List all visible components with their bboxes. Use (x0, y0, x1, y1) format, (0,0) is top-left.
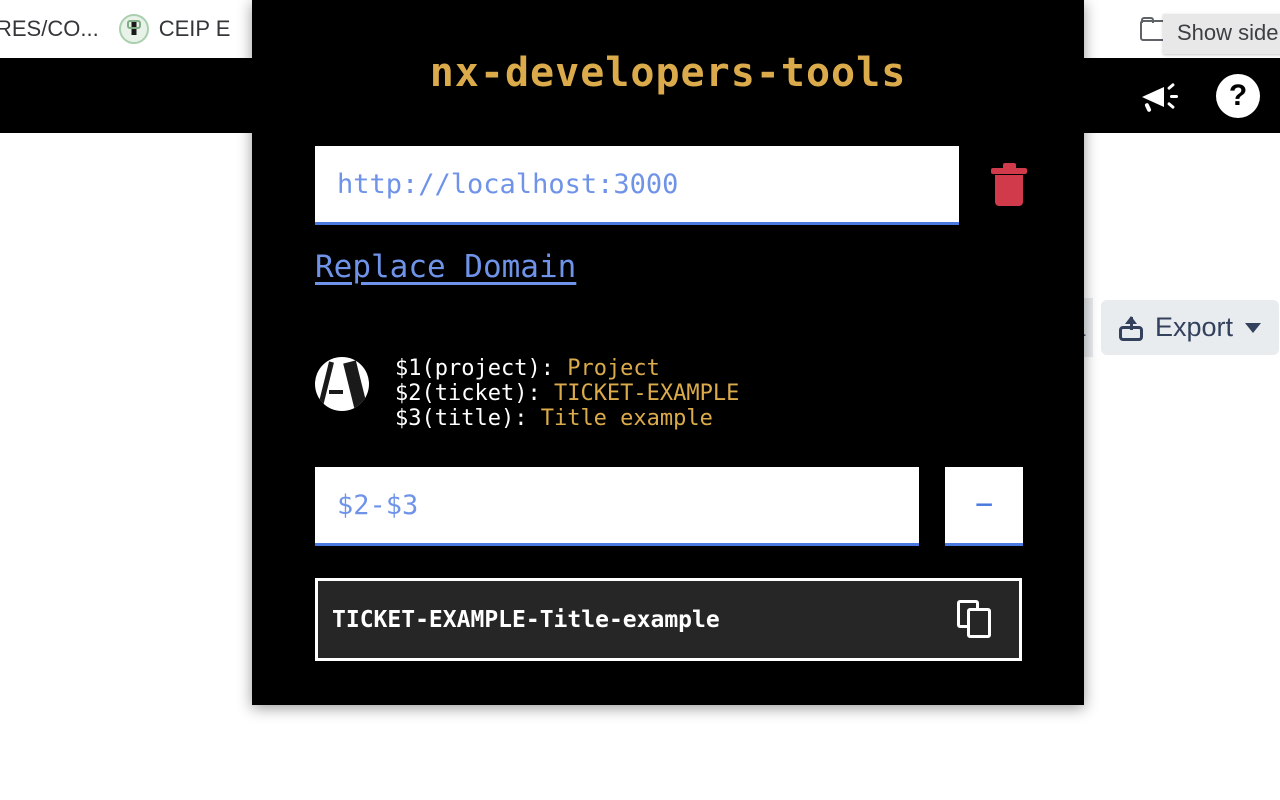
bookmark-label: RES/CO... (0, 16, 99, 42)
variable-row: $1(project): Project (395, 357, 739, 380)
upload-icon (1119, 315, 1143, 341)
copy-icon[interactable] (957, 600, 995, 640)
ceip-favicon-icon (119, 14, 149, 44)
variable-key: $3(title): (395, 406, 527, 431)
extension-popup: nx-developers-tools Replace Domain $1(pr… (252, 0, 1084, 705)
variables-list: $1(project): Project $2(ticket): TICKET-… (395, 357, 739, 432)
result-box: TICKET-EXAMPLE-Title-example (315, 578, 1022, 661)
variable-value: Project (567, 356, 660, 381)
remove-template-button[interactable]: − (945, 467, 1023, 546)
megaphone-icon[interactable] (1140, 79, 1180, 113)
popup-title: nx-developers-tools (252, 50, 1084, 96)
variable-value: TICKET-EXAMPLE (554, 381, 739, 406)
trash-icon[interactable] (983, 156, 1043, 216)
result-text: TICKET-EXAMPLE-Title-example (332, 607, 720, 633)
chevron-down-icon (1245, 323, 1261, 333)
variable-value: Title example (541, 406, 713, 431)
template-row: − (315, 467, 1084, 546)
screen: a Export Dates Created: 09.09.2022 10:11… (0, 0, 1280, 800)
variable-key: $2(ticket): (395, 381, 541, 406)
export-button[interactable]: Export (1101, 300, 1279, 355)
domain-input[interactable] (315, 146, 959, 225)
replace-domain-link[interactable]: Replace Domain (315, 249, 576, 285)
page-toolbar: a Export (1055, 298, 1279, 357)
domain-row (315, 146, 1084, 225)
variable-row: $2(ticket): TICKET-EXAMPLE (395, 382, 739, 405)
app-logo-icon (315, 357, 369, 411)
help-circle-icon[interactable]: ? (1216, 74, 1260, 118)
variable-key: $1(project): (395, 356, 554, 381)
bookmark-label: CEIP E (159, 16, 231, 42)
variables-section: $1(project): Project $2(ticket): TICKET-… (315, 357, 1084, 432)
bookmark-item-res-co[interactable]: RES/CO... (0, 12, 109, 46)
show-sidebar-tooltip: Show side (1163, 14, 1280, 54)
export-label: Export (1155, 312, 1233, 343)
variable-row: $3(title): Title example (395, 407, 739, 430)
bookmark-item-ceip[interactable]: CEIP E (109, 10, 241, 48)
template-input[interactable] (315, 467, 919, 546)
app-toolbar-actions: ? (1140, 58, 1260, 133)
